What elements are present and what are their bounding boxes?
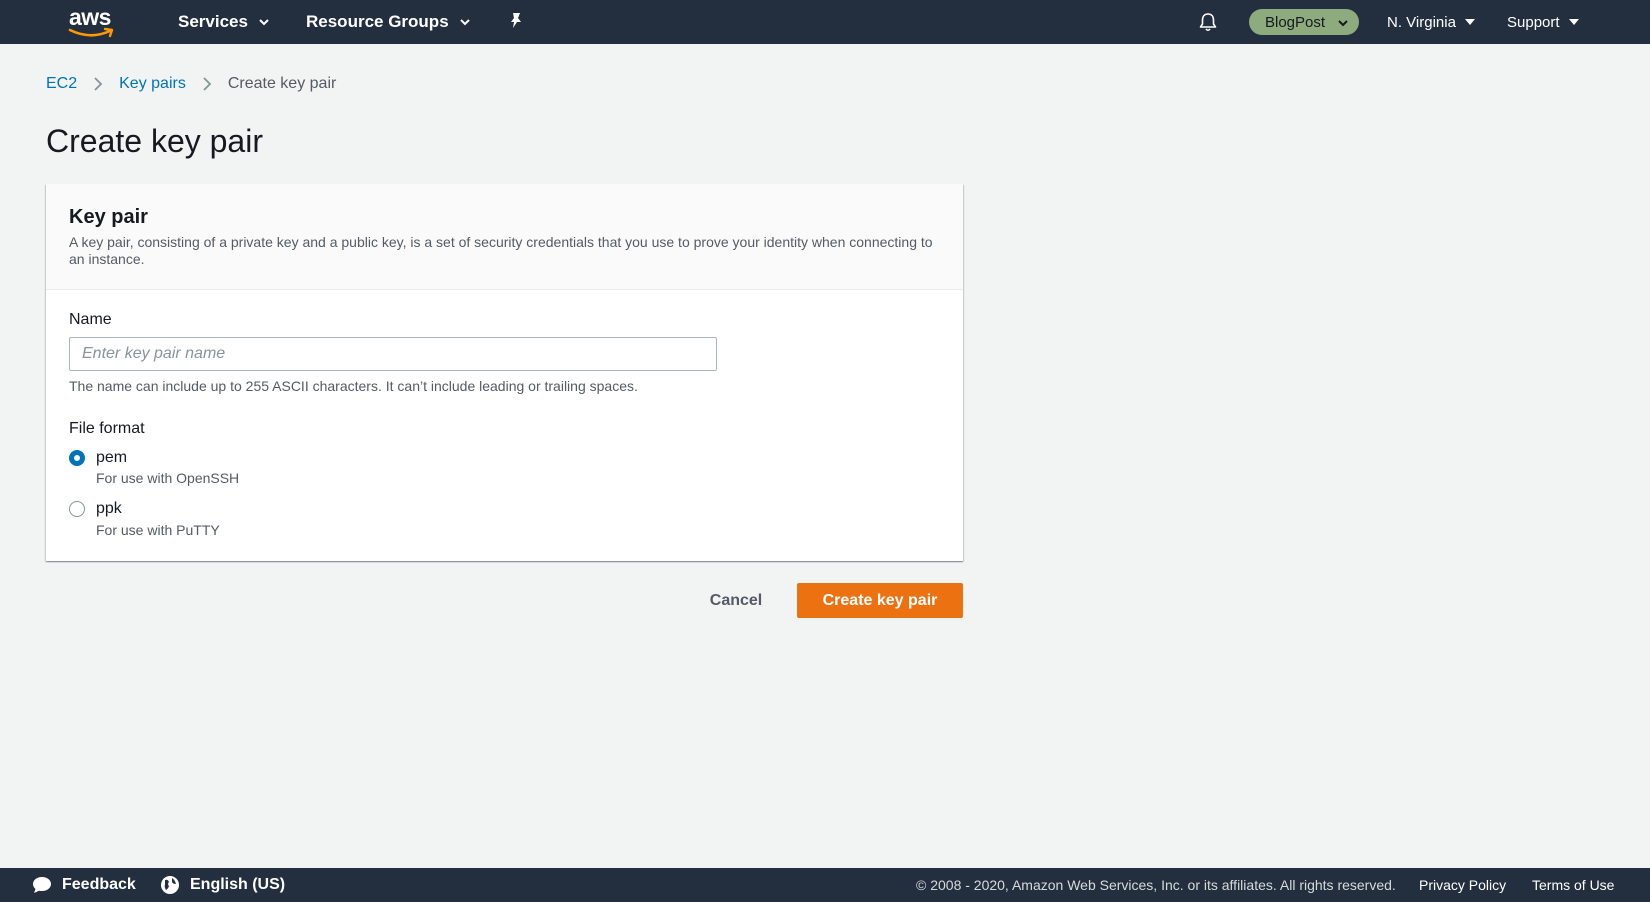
chevron-down-icon [459, 19, 470, 26]
chevron-right-icon [203, 77, 212, 91]
resource-groups-label: Resource Groups [306, 12, 449, 31]
terms-of-use-link[interactable]: Terms of Use [1532, 868, 1614, 902]
footer: Feedback English (US) © 2008 - 2020, Ama… [0, 868, 1650, 902]
language-label: English (US) [190, 876, 286, 893]
page-title: Create key pair [46, 123, 263, 159]
smile-arrow-icon [68, 27, 114, 38]
create-key-pair-button[interactable]: Create key pair [797, 583, 963, 618]
radio-pem[interactable] [69, 450, 85, 466]
panel-header: Key pair A key pair, consisting of a pri… [46, 184, 963, 290]
breadcrumb-current: Create key pair [227, 75, 337, 92]
feedback-link[interactable]: Feedback [32, 868, 136, 902]
copyright-text: © 2008 - 2020, Amazon Web Services, Inc.… [916, 877, 1396, 893]
account-menu[interactable]: BlogPost [1249, 9, 1359, 35]
breadcrumb-key-pairs[interactable]: Key pairs [119, 75, 186, 93]
option-ppk-description: For use with PuTTY [96, 522, 220, 538]
services-menu[interactable]: Services [178, 0, 270, 44]
option-ppk-label[interactable]: ppk [96, 500, 122, 518]
option-pem-label[interactable]: pem [96, 449, 127, 467]
panel-description: A key pair, consisting of a private key … [69, 234, 933, 267]
caret-down-icon [1464, 19, 1475, 25]
feedback-label: Feedback [62, 876, 136, 893]
globe-icon [161, 876, 179, 894]
services-label: Services [178, 12, 248, 31]
breadcrumb-ec2[interactable]: EC2 [46, 75, 77, 93]
cancel-button[interactable]: Cancel [700, 584, 772, 618]
key-pair-name-input[interactable] [69, 337, 717, 371]
caret-down-icon [1568, 19, 1579, 25]
key-pair-panel: Key pair A key pair, consisting of a pri… [46, 184, 963, 561]
file-format-label: File format [69, 420, 145, 437]
aws-logo[interactable]: aws [66, 4, 120, 38]
support-menu[interactable]: Support [1507, 0, 1579, 44]
region-menu[interactable]: N. Virginia [1387, 0, 1475, 44]
account-label: BlogPost [1265, 13, 1326, 31]
region-label: N. Virginia [1387, 13, 1456, 31]
pin-icon[interactable] [507, 11, 525, 31]
option-pem-description: For use with OpenSSH [96, 470, 240, 486]
name-label: Name [69, 311, 112, 328]
chevron-down-icon [1338, 20, 1348, 27]
name-hint: The name can include up to 255 ASCII cha… [69, 378, 638, 394]
privacy-policy-link[interactable]: Privacy Policy [1419, 868, 1506, 902]
bell-icon[interactable] [1197, 11, 1219, 33]
support-label: Support [1507, 13, 1560, 31]
language-selector[interactable]: English (US) [160, 868, 285, 902]
chevron-down-icon [259, 19, 269, 26]
radio-ppk[interactable] [69, 501, 85, 517]
top-navigation: aws Services Resource Groups BlogPost N.… [0, 0, 1650, 44]
speech-bubble-icon [33, 877, 51, 893]
panel-title: Key pair [69, 206, 148, 228]
chevron-right-icon [94, 77, 103, 91]
breadcrumb: EC2 Key pairs Create key pair [46, 75, 336, 93]
resource-groups-menu[interactable]: Resource Groups [306, 0, 471, 44]
